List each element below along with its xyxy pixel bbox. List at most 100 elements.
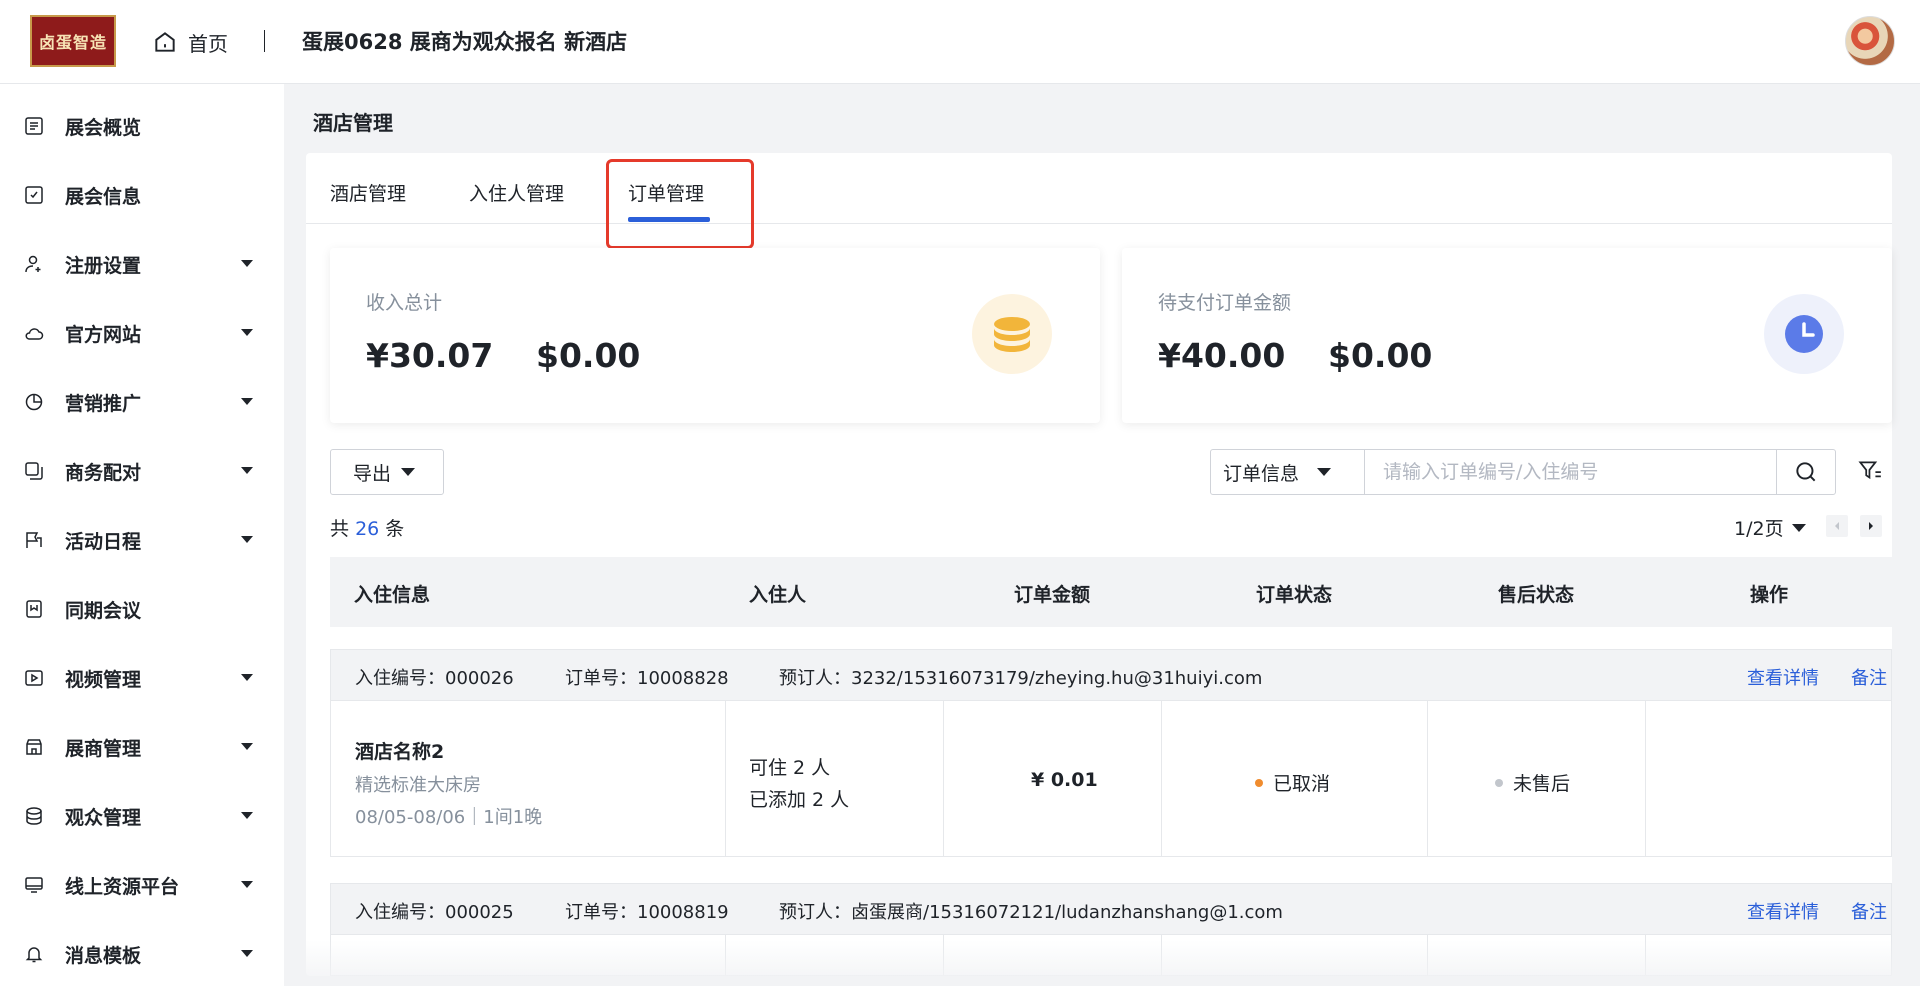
column-header: 操作 bbox=[1750, 584, 1789, 606]
cloud-icon bbox=[25, 328, 44, 340]
sidebar-item-label: 观众管理 bbox=[65, 806, 142, 829]
stat-label: 收入总计 bbox=[366, 292, 443, 314]
chevron-down-icon bbox=[241, 536, 253, 543]
chevron-down-icon bbox=[241, 743, 253, 750]
pending-payment-card: 待支付订单金额 ¥40.00 $0.00 bbox=[1122, 248, 1892, 423]
store-icon bbox=[26, 739, 42, 755]
checkin-number: 入住编号：000025 bbox=[355, 902, 514, 923]
stat-label: 待支付订单金额 bbox=[1158, 292, 1292, 314]
tab-hotel-management[interactable]: 酒店管理 bbox=[330, 179, 406, 206]
chevron-down-icon bbox=[241, 329, 253, 336]
chevron-down-icon bbox=[241, 950, 253, 957]
sidebar-item-exhibitors[interactable]: 展商管理 bbox=[0, 727, 284, 767]
page-selector[interactable]: 1/2页 bbox=[1734, 514, 1806, 541]
sidebar-item-label: 线上资源平台 bbox=[65, 875, 180, 898]
stay-dates: 08/05-08/06｜1间1晚 bbox=[355, 807, 543, 828]
order-header: 入住编号：000025 订单号：10008819 预订人：卤蛋展商/153160… bbox=[330, 883, 1892, 935]
sidebar-item-message-templates[interactable]: 消息模板 bbox=[0, 934, 284, 974]
layers-icon bbox=[26, 807, 42, 825]
home-label: 首页 bbox=[188, 31, 228, 56]
prev-page-button[interactable] bbox=[1826, 515, 1848, 537]
total-suffix: 条 bbox=[385, 518, 405, 540]
filter-icon[interactable] bbox=[1857, 458, 1883, 484]
sidebar-item-label: 展会信息 bbox=[65, 185, 142, 208]
chevron-down-icon bbox=[1317, 468, 1332, 476]
column-header: 入住人 bbox=[749, 584, 807, 606]
sidebar-item-label: 展会概览 bbox=[65, 116, 142, 139]
remark-link[interactable]: 备注 bbox=[1851, 664, 1887, 690]
stat-cny-value: ¥40.00 bbox=[1158, 336, 1286, 375]
chevron-down-icon bbox=[241, 398, 253, 405]
column-header: 订单状态 bbox=[1256, 584, 1333, 606]
sidebar-item-conference[interactable]: 同期会议 bbox=[0, 589, 284, 629]
sidebar-item-registration[interactable]: 注册设置 bbox=[0, 244, 284, 284]
total-prefix: 共 bbox=[330, 518, 350, 540]
home-icon bbox=[155, 32, 175, 52]
sidebar-item-website[interactable]: 官方网站 bbox=[0, 313, 284, 353]
clock-icon bbox=[1764, 294, 1844, 374]
stat-usd-value: $0.00 bbox=[1328, 336, 1433, 375]
chevron-left-icon bbox=[1835, 522, 1839, 530]
stat-usd-value: $0.00 bbox=[536, 336, 641, 375]
copy-icon bbox=[25, 462, 43, 480]
sidebar-item-video[interactable]: 视频管理 bbox=[0, 658, 284, 698]
order-header: 入住编号：000026 订单号：10008828 预订人：3232/153160… bbox=[330, 649, 1892, 701]
home-link[interactable]: 首页 bbox=[152, 26, 228, 58]
bell-icon bbox=[25, 947, 43, 963]
user-avatar[interactable] bbox=[1845, 16, 1895, 66]
sidebar-item-online-resources[interactable]: 线上资源平台 bbox=[0, 865, 284, 905]
cell-divider bbox=[1645, 701, 1646, 856]
remark-link[interactable]: 备注 bbox=[1851, 898, 1887, 924]
tab-bar: 酒店管理 入住人管理 订单管理 bbox=[306, 153, 1892, 224]
view-details-link[interactable]: 查看详情 bbox=[1747, 898, 1819, 924]
sidebar-item-info[interactable]: 展会信息 bbox=[0, 175, 284, 215]
order-status: 已取消 bbox=[1255, 769, 1330, 796]
cell-divider bbox=[1161, 701, 1162, 856]
page-title: 酒店管理 bbox=[313, 111, 393, 135]
status-dot-icon bbox=[1495, 778, 1503, 787]
hotel-name: 酒店名称2 bbox=[355, 741, 445, 763]
view-details-link[interactable]: 查看详情 bbox=[1747, 664, 1819, 690]
checkin-number: 入住编号：000026 bbox=[355, 668, 514, 689]
room-capacity: 可住 2 人 bbox=[749, 757, 831, 779]
total-number: 26 bbox=[355, 518, 380, 540]
tab-guest-management[interactable]: 入住人管理 bbox=[469, 179, 564, 206]
search-input[interactable] bbox=[1365, 450, 1776, 494]
status-dot-icon bbox=[1255, 778, 1263, 787]
chevron-down-icon bbox=[241, 812, 253, 819]
chevron-down-icon bbox=[401, 468, 416, 476]
export-button[interactable]: 导出 bbox=[330, 449, 444, 495]
sidebar-item-label: 展商管理 bbox=[65, 737, 142, 760]
sidebar-item-overview[interactable]: 展会概览 bbox=[0, 106, 284, 146]
sidebar-item-visitors[interactable]: 观众管理 bbox=[0, 796, 284, 836]
highlight-annotation bbox=[606, 159, 754, 249]
search-field-select[interactable]: 订单信息 bbox=[1211, 450, 1365, 494]
top-header: 卤蛋智造 首页 蛋展0628 展商为观众报名 新酒店 bbox=[0, 0, 1920, 84]
content-card: 酒店管理 入住人管理 订单管理 收入总计 ¥30.07 $0.00 待支付订单金… bbox=[306, 153, 1892, 976]
sidebar-item-label: 商务配对 bbox=[65, 461, 142, 484]
sidebar-item-label: 消息模板 bbox=[65, 944, 142, 967]
scroll-fade bbox=[306, 940, 1892, 986]
edit-doc-icon bbox=[25, 186, 43, 204]
page-indicator: 1/2页 bbox=[1734, 518, 1784, 540]
brand-logo[interactable]: 卤蛋智造 bbox=[30, 15, 116, 67]
cell-divider bbox=[943, 701, 944, 856]
after-sale-label: 未售后 bbox=[1513, 773, 1571, 795]
chevron-down-icon bbox=[241, 881, 253, 888]
next-page-button[interactable] bbox=[1860, 515, 1882, 537]
order-number: 订单号：10008819 bbox=[565, 902, 729, 923]
overview-icon bbox=[25, 117, 43, 135]
table-header: 入住信息 入住人 订单金额 订单状态 售后状态 操作 bbox=[330, 557, 1892, 627]
search-button[interactable] bbox=[1776, 450, 1835, 494]
sidebar-item-label: 官方网站 bbox=[65, 323, 142, 346]
booker-info: 预订人：3232/15316073179/zheying.hu@31huiyi.… bbox=[779, 668, 1263, 689]
column-header: 售后状态 bbox=[1498, 584, 1575, 606]
sidebar-item-matching[interactable]: 商务配对 bbox=[0, 451, 284, 491]
sidebar-item-schedule[interactable]: 活动日程 bbox=[0, 520, 284, 560]
pie-icon bbox=[25, 393, 43, 411]
column-header: 入住信息 bbox=[354, 584, 431, 606]
chevron-down-icon bbox=[1791, 523, 1806, 532]
user-add-icon bbox=[25, 255, 41, 273]
export-label: 导出 bbox=[353, 462, 392, 485]
sidebar-item-marketing[interactable]: 营销推广 bbox=[0, 382, 284, 422]
